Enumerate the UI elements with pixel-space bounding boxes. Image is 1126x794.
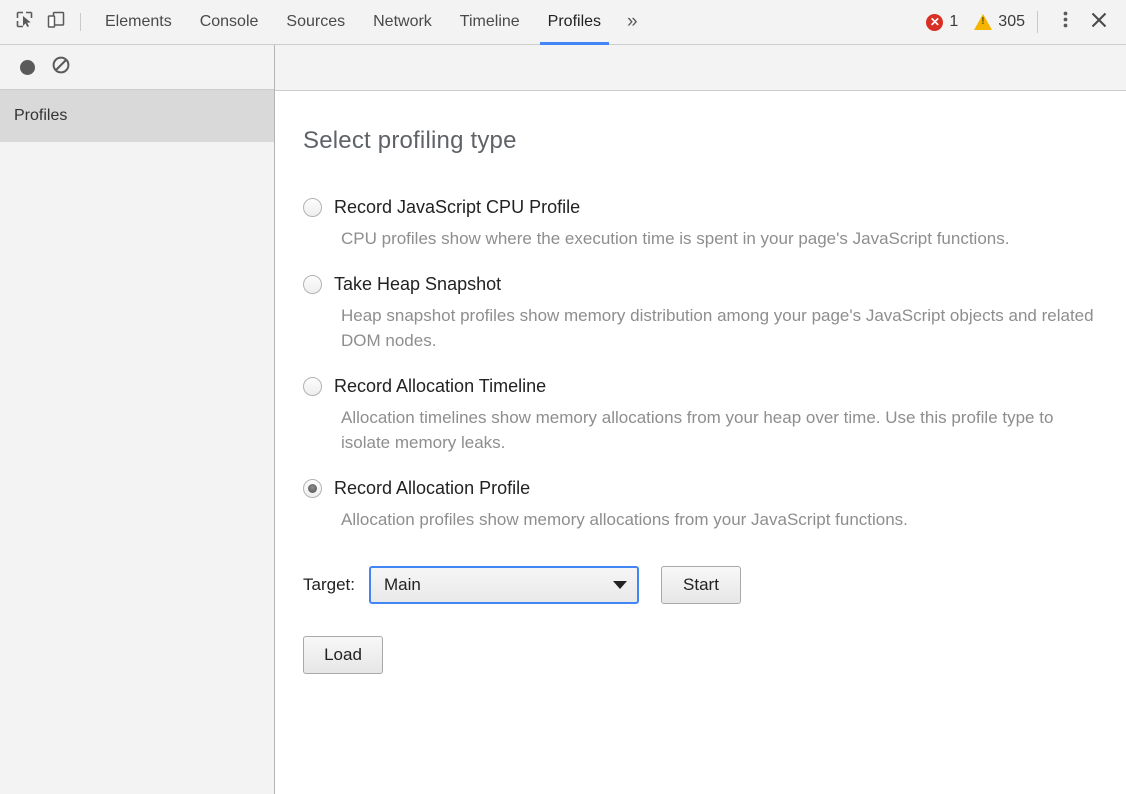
radio-record-js-cpu-profile[interactable] — [303, 198, 322, 217]
tab-elements[interactable]: Elements — [91, 0, 186, 45]
record-button[interactable] — [10, 52, 44, 82]
tab-sources[interactable]: Sources — [272, 0, 359, 45]
start-button[interactable]: Start — [661, 566, 741, 604]
error-icon: ✕ — [926, 14, 943, 31]
tab-console[interactable]: Console — [186, 0, 273, 45]
radio-take-heap-snapshot[interactable] — [303, 275, 322, 294]
profile-option-label: Record JavaScript CPU Profile — [334, 197, 580, 218]
close-devtools-button[interactable] — [1082, 6, 1116, 38]
radio-record-allocation-profile[interactable] — [303, 479, 322, 498]
target-label: Target: — [303, 575, 355, 595]
warning-count: 305 — [998, 13, 1025, 31]
radio-dot — [308, 484, 317, 493]
customize-devtools-button[interactable] — [1048, 6, 1082, 38]
tab-label: Profiles — [548, 13, 601, 31]
profile-option-label: Record Allocation Profile — [334, 478, 530, 499]
profile-option-allocation-profile-head[interactable]: Record Allocation Profile — [303, 478, 1126, 499]
tab-timeline[interactable]: Timeline — [446, 0, 534, 45]
sidebar-item-label: Profiles — [14, 107, 67, 125]
record-icon — [20, 60, 35, 75]
more-tabs-button[interactable]: » — [615, 0, 648, 45]
main-toolbar: Elements Console Sources Network Timelin… — [0, 0, 1126, 45]
profile-option-allocation-timeline-head[interactable]: Record Allocation Timeline — [303, 376, 1126, 397]
error-counter[interactable]: ✕ 1 — [924, 13, 960, 31]
profiles-content-pane: Select profiling type Record JavaScript … — [275, 45, 1126, 794]
chevron-down-icon — [613, 581, 627, 589]
tab-label: Sources — [286, 13, 345, 31]
profile-launcher: Select profiling type Record JavaScript … — [275, 91, 1126, 794]
profile-option-heap-snapshot-head[interactable]: Take Heap Snapshot — [303, 274, 1126, 295]
profile-option-cpu: Record JavaScript CPU Profile CPU profil… — [303, 197, 1126, 252]
device-toolbar-icon — [46, 10, 66, 35]
device-toolbar-button[interactable] — [40, 7, 72, 37]
clear-button[interactable] — [44, 52, 78, 82]
profile-option-allocation-timeline: Record Allocation Timeline Allocation ti… — [303, 376, 1126, 456]
toolbar-right-group: ✕ 1 305 — [924, 6, 1126, 38]
tab-network[interactable]: Network — [359, 0, 446, 45]
clear-icon — [52, 56, 70, 79]
profile-option-label: Take Heap Snapshot — [334, 274, 501, 295]
inspect-element-icon — [15, 10, 34, 34]
tab-label: Console — [200, 13, 259, 31]
profile-option-description: Allocation profiles show memory allocati… — [341, 507, 1101, 533]
chevron-double-right-icon: » — [627, 11, 636, 33]
warning-icon — [974, 14, 992, 30]
inspect-element-button[interactable] — [8, 7, 40, 37]
close-icon — [1089, 10, 1109, 35]
target-select-value: Main — [384, 575, 421, 595]
profile-option-heap-snapshot: Take Heap Snapshot Heap snapshot profile… — [303, 274, 1126, 354]
more-vertical-icon — [1063, 10, 1068, 34]
radio-record-allocation-timeline[interactable] — [303, 377, 322, 396]
profiles-sidebar: Profiles — [0, 45, 275, 794]
page-title: Select profiling type — [303, 127, 1126, 155]
panel-tabs: Elements Console Sources Network Timelin… — [91, 0, 924, 45]
warning-counter[interactable]: 305 — [972, 13, 1027, 31]
devtools-window: Elements Console Sources Network Timelin… — [0, 0, 1126, 794]
profiles-toolbar — [0, 45, 274, 90]
tab-label: Network — [373, 13, 432, 31]
profile-option-description: CPU profiles show where the execution ti… — [341, 226, 1101, 252]
tab-profiles[interactable]: Profiles — [534, 0, 615, 45]
sidebar-list: Profiles — [0, 90, 274, 794]
panel-body: Profiles Select profiling type Record Ja… — [0, 45, 1126, 794]
sidebar-item-profiles[interactable]: Profiles — [0, 90, 274, 142]
profile-option-description: Heap snapshot profiles show memory distr… — [341, 303, 1101, 354]
toolbar-divider — [80, 13, 81, 31]
tab-label: Timeline — [460, 13, 520, 31]
profile-option-label: Record Allocation Timeline — [334, 376, 546, 397]
profile-option-allocation-profile: Record Allocation Profile Allocation pro… — [303, 478, 1126, 533]
load-row: Load — [303, 636, 1126, 674]
tab-label: Elements — [105, 13, 172, 31]
profile-option-cpu-head[interactable]: Record JavaScript CPU Profile — [303, 197, 1126, 218]
content-toolbar — [275, 45, 1126, 91]
toolbar-divider-right — [1037, 11, 1038, 33]
error-count: 1 — [949, 13, 958, 31]
profile-option-description: Allocation timelines show memory allocat… — [341, 405, 1101, 456]
target-row: Target: Main Start — [303, 566, 1126, 604]
target-select[interactable]: Main — [369, 566, 639, 604]
load-button[interactable]: Load — [303, 636, 383, 674]
